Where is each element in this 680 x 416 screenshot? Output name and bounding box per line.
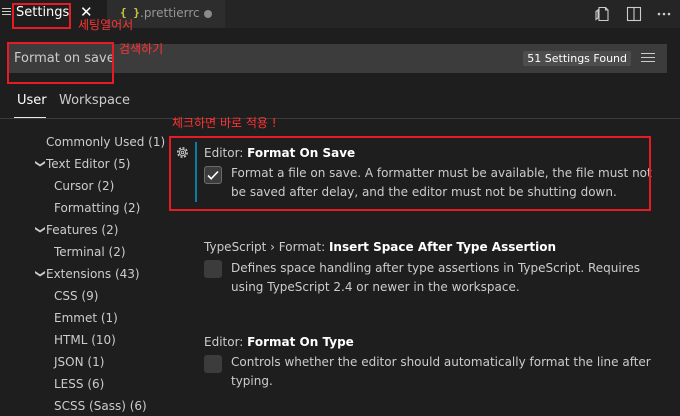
annotation-box-settings-tab	[12, 3, 71, 29]
toc-item-terminal[interactable]: Terminal (2)	[54, 245, 126, 259]
toc-item-text-editor[interactable]: ❯Text Editor (5)	[34, 157, 131, 172]
toc-item-css[interactable]: CSS (9)	[54, 289, 98, 303]
tab-workspace[interactable]: Workspace	[59, 93, 130, 108]
toc-item-emmet[interactable]: Emmet (1)	[54, 311, 118, 325]
toc-item-json[interactable]: JSON (1)	[54, 355, 104, 369]
settings-found-badge: 51 Settings Found	[523, 51, 631, 66]
annotation-checkbox-note: 체크하면 바로 적용 !	[172, 116, 277, 130]
toc-item-features[interactable]: ❯Features (2)	[34, 223, 119, 238]
toc-item-less[interactable]: LESS (6)	[54, 377, 104, 391]
split-editor-icon[interactable]	[626, 6, 642, 22]
format-on-type-checkbox[interactable]	[204, 355, 222, 373]
chevron-down-icon[interactable]: ❯	[35, 226, 46, 238]
toc-item-formatting[interactable]: Formatting (2)	[54, 201, 140, 215]
more-actions-icon[interactable]	[656, 6, 672, 22]
toc-item-scss[interactable]: SCSS (Sass) (6)	[54, 399, 147, 413]
toc-item-commonly-used[interactable]: Commonly Used (1)	[46, 135, 165, 149]
chevron-down-icon[interactable]: ❯	[35, 270, 46, 282]
setting-description: Controls whether the editor should autom…	[231, 355, 651, 388]
annotation-box-search	[7, 42, 114, 84]
scope-divider	[0, 118, 680, 119]
tab-prettierrc-label: .prettierrc	[140, 6, 200, 20]
insert-space-after-type-assertion-checkbox[interactable]	[204, 260, 222, 278]
toc-item-extensions[interactable]: ❯Extensions (43)	[34, 267, 140, 281]
annotation-box-format-on-save	[169, 136, 651, 211]
toc-item-html[interactable]: HTML (10)	[54, 333, 116, 347]
chevron-down-icon[interactable]: ❯	[35, 160, 46, 172]
annotation-settings-tab-note: 세팅열어서	[78, 18, 134, 32]
tab-user[interactable]: User	[17, 93, 47, 108]
menu-icon	[2, 8, 11, 18]
setting-description: Defines space handling after type assert…	[231, 261, 640, 294]
setting-title-format-on-type: Editor: Format On Type	[204, 335, 354, 349]
unsaved-dot-icon[interactable]	[204, 10, 212, 18]
open-settings-json-icon[interactable]	[594, 6, 610, 22]
filter-icon[interactable]	[641, 53, 655, 64]
setting-title-insert-space-after-type-assertion: TypeScript › Format: Insert Space After …	[204, 240, 557, 254]
annotation-search-note: 검색하기	[119, 42, 164, 56]
toc-item-cursor[interactable]: Cursor (2)	[54, 179, 114, 193]
